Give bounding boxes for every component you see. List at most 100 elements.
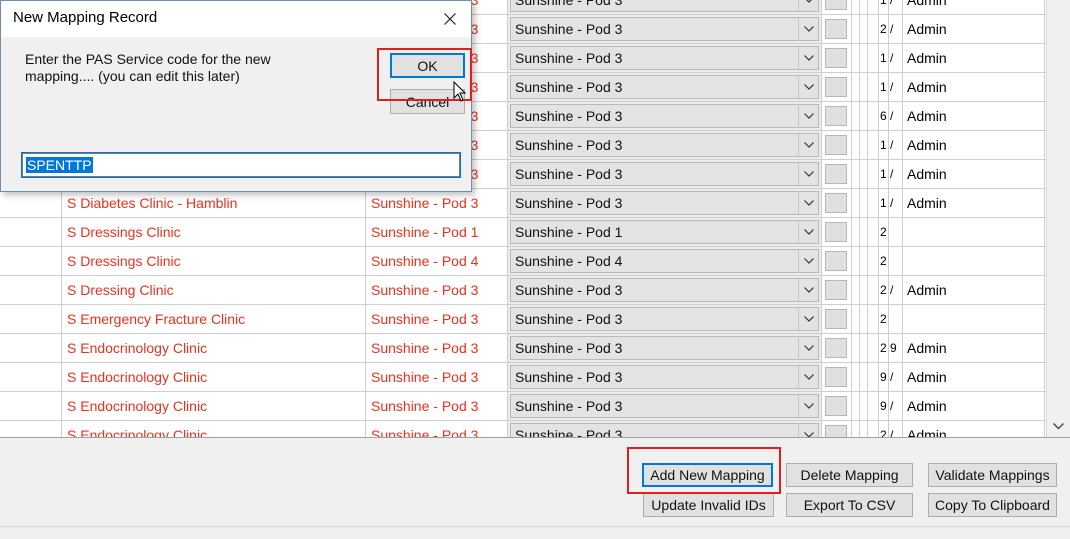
row-checkbox[interactable] [825,367,847,387]
user-cell[interactable] [903,218,1045,247]
row-header-cell[interactable] [0,189,62,218]
pod-cell[interactable]: Sunshine - Pod 3 [366,189,508,218]
dropdown-button[interactable] [798,192,818,214]
narrow-cell[interactable] [852,218,860,247]
row-header-cell[interactable] [0,334,62,363]
narrow-cell[interactable] [860,305,868,334]
narrow-cell[interactable] [852,73,860,102]
row-header-cell[interactable] [0,392,62,421]
row-checkbox[interactable] [825,106,847,126]
vertical-scrollbar[interactable] [1046,0,1070,437]
pod-select[interactable]: Sunshine - Pod 3 [510,336,819,360]
pod-select[interactable]: Sunshine - Pod 3 [510,162,819,186]
narrow-cell[interactable] [868,305,879,334]
dropdown-button[interactable] [798,18,818,40]
narrow-cell[interactable] [860,189,868,218]
dropdown-button[interactable] [798,163,818,185]
dropdown-button[interactable] [798,0,818,11]
row-checkbox[interactable] [825,48,847,68]
narrow-cell[interactable] [860,131,868,160]
pod-cell[interactable]: Sunshine - Pod 3 [366,392,508,421]
truncated-value-cell[interactable]: 9 [889,334,903,363]
narrow-cell[interactable] [860,15,868,44]
narrow-cell[interactable] [860,421,868,437]
dropdown-button[interactable] [798,105,818,127]
row-checkbox[interactable] [825,309,847,329]
row-header-cell[interactable] [0,305,62,334]
narrow-cell[interactable] [852,392,860,421]
truncated-value-cell[interactable]: 2 [879,276,889,305]
dropdown-button[interactable] [798,337,818,359]
narrow-cell[interactable] [852,44,860,73]
user-cell[interactable]: Admin [903,276,1045,305]
user-cell[interactable]: Admin [903,363,1045,392]
clinic-name-cell[interactable]: S Endocrinology Clinic [62,421,366,437]
truncated-value-cell[interactable]: 1 [879,73,889,102]
truncated-value-cell[interactable]: 2 [879,305,889,334]
narrow-cell[interactable] [852,15,860,44]
truncated-value-cell[interactable]: 2 [879,334,889,363]
clinic-name-cell[interactable]: S Endocrinology Clinic [62,392,366,421]
narrow-cell[interactable] [868,160,879,189]
user-cell[interactable]: Admin [903,15,1045,44]
row-checkbox[interactable] [825,425,847,437]
row-header-cell[interactable] [0,421,62,437]
narrow-cell[interactable] [860,73,868,102]
row-checkbox[interactable] [825,0,847,10]
narrow-cell[interactable] [852,247,860,276]
narrow-cell[interactable] [868,247,879,276]
narrow-cell[interactable] [868,0,879,15]
table-row[interactable]: S Endocrinology Clinic Sunshine - Pod 3 … [0,392,1046,421]
narrow-cell[interactable] [852,160,860,189]
user-cell[interactable]: Admin [903,0,1045,15]
user-cell[interactable]: Admin [903,189,1045,218]
truncated-value-cell[interactable]: / [889,44,903,73]
dropdown-button[interactable] [798,424,818,437]
row-checkbox[interactable] [825,135,847,155]
row-header-cell[interactable] [0,276,62,305]
dropdown-button[interactable] [798,250,818,272]
row-checkbox[interactable] [825,164,847,184]
narrow-cell[interactable] [868,131,879,160]
narrow-cell[interactable] [868,334,879,363]
row-checkbox[interactable] [825,280,847,300]
truncated-value-cell[interactable]: 2 [879,15,889,44]
narrow-cell[interactable] [868,276,879,305]
pod-cell[interactable]: Sunshine - Pod 4 [366,247,508,276]
truncated-value-cell[interactable]: 9 [879,392,889,421]
truncated-value-cell[interactable]: / [889,102,903,131]
truncated-value-cell[interactable]: / [889,160,903,189]
table-row[interactable]: S Dressing Clinic Sunshine - Pod 3 Sunsh… [0,276,1046,305]
truncated-value-cell[interactable] [889,305,903,334]
truncated-value-cell[interactable]: / [889,421,903,437]
narrow-cell[interactable] [860,102,868,131]
pod-select[interactable]: Sunshine - Pod 3 [510,191,819,215]
pod-select[interactable]: Sunshine - Pod 3 [510,394,819,418]
dialog-title-bar[interactable]: New Mapping Record [1,1,471,37]
clinic-name-cell[interactable]: S Endocrinology Clinic [62,363,366,392]
row-checkbox[interactable] [825,338,847,358]
truncated-value-cell[interactable]: 1 [879,131,889,160]
pod-select[interactable]: Sunshine - Pod 1 [510,220,819,244]
narrow-cell[interactable] [860,247,868,276]
clinic-name-cell[interactable]: S Dressings Clinic [62,218,366,247]
service-code-input[interactable]: SPENTTP [21,152,461,178]
truncated-value-cell[interactable] [889,247,903,276]
user-cell[interactable]: Admin [903,102,1045,131]
pod-select[interactable]: Sunshine - Pod 3 [510,46,819,70]
narrow-cell[interactable] [868,392,879,421]
row-checkbox[interactable] [825,251,847,271]
clinic-name-cell[interactable]: S Dressings Clinic [62,247,366,276]
dropdown-button[interactable] [798,221,818,243]
row-checkbox[interactable] [825,77,847,97]
truncated-value-cell[interactable]: 6 [879,102,889,131]
row-header-cell[interactable] [0,218,62,247]
ok-button[interactable]: OK [390,53,465,78]
truncated-value-cell[interactable]: / [889,276,903,305]
narrow-cell[interactable] [852,276,860,305]
narrow-cell[interactable] [868,189,879,218]
truncated-value-cell[interactable]: / [889,73,903,102]
narrow-cell[interactable] [852,189,860,218]
narrow-cell[interactable] [860,363,868,392]
close-button[interactable] [431,5,469,33]
